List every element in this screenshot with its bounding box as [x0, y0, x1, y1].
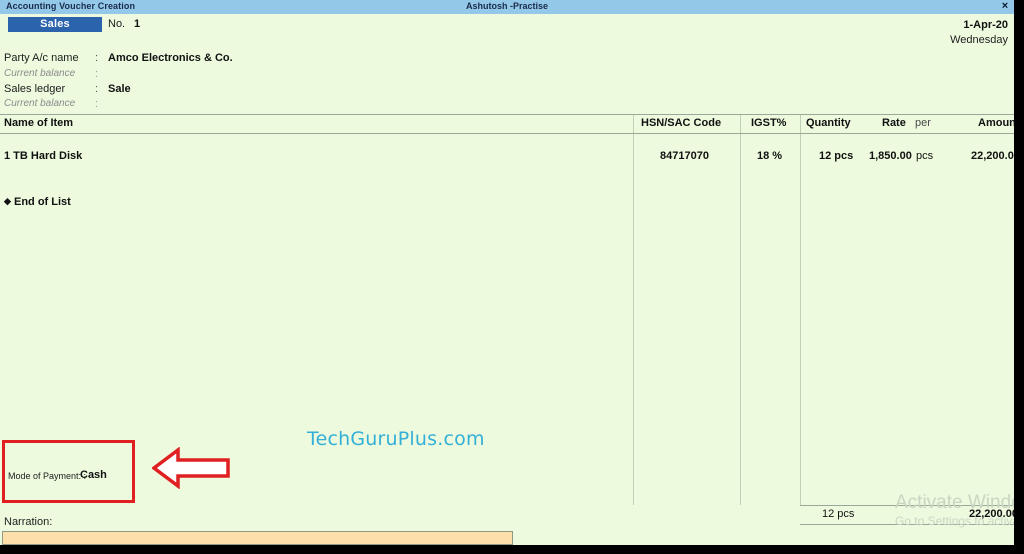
party-details-block: Party A/c name : Amco Electronics & Co. … [0, 52, 1014, 114]
ledger-current-balance-label: Current balance [4, 98, 76, 109]
mode-of-payment-value[interactable]: Cash [80, 469, 107, 481]
col-header-per: per [915, 117, 931, 129]
voucher-date[interactable]: 1-Apr-20 [963, 19, 1008, 31]
sales-ledger-label: Sales ledger [4, 83, 66, 95]
cell-rate[interactable]: 1,850.00 [869, 150, 912, 162]
party-ac-name-colon: : [95, 52, 99, 64]
cell-igst[interactable]: 18 % [757, 150, 782, 162]
col-header-item: Name of Item [4, 117, 74, 129]
party-ac-name-label: Party A/c name [4, 52, 79, 64]
end-of-list-marker: ◆ End of List [4, 196, 71, 208]
col-header-amount: Amount [978, 117, 1014, 129]
party-ac-name-value[interactable]: Amco Electronics & Co. [108, 52, 233, 64]
mode-of-payment-label: Mode of Payment: : [8, 471, 87, 481]
divider-hsn [633, 114, 634, 505]
col-header-hsn: HSN/SAC Code [641, 117, 722, 129]
table-totals-row: 12 pcs 22,200.00 [800, 505, 1014, 525]
narration-input[interactable] [2, 531, 513, 545]
window-title-label: Accounting Voucher Creation [6, 1, 136, 11]
total-quantity: 12 pcs [822, 508, 855, 520]
sales-ledger-value[interactable]: Sale [108, 83, 131, 95]
field-party-current-balance: Current balance : [0, 68, 1014, 84]
divider-igst [740, 114, 741, 505]
annotation-arrow-icon [151, 446, 230, 490]
cell-quantity[interactable]: 12 pcs [819, 150, 853, 162]
party-current-balance-label: Current balance [4, 68, 76, 79]
party-current-balance-colon: : [95, 68, 99, 80]
cell-hsn[interactable]: 84717070 [660, 150, 709, 162]
field-ledger-current-balance: Current balance : [0, 98, 1014, 114]
col-header-rate: Rate [882, 117, 906, 129]
diamond-bullet-icon: ◆ [4, 196, 11, 206]
window-title-bar: Ashutosh -Practise Accounting Voucher Cr… [0, 0, 1014, 14]
screenshot-root: Ashutosh -Practise Accounting Voucher Cr… [0, 0, 1024, 554]
voucher-no-label: No. [108, 18, 126, 30]
screen-bezel-right [1014, 0, 1024, 554]
cell-per[interactable]: pcs [916, 150, 933, 162]
voucher-day: Wednesday [950, 34, 1008, 46]
end-of-list-label: End of List [13, 196, 71, 208]
voucher-type-badge[interactable]: Sales [8, 17, 102, 32]
narration-label: Narration: [4, 516, 53, 528]
col-header-igst: IGST% [751, 117, 787, 129]
ledger-current-balance-colon: : [95, 98, 99, 110]
tally-voucher-window: Ashutosh -Practise Accounting Voucher Cr… [0, 0, 1014, 545]
cell-amount[interactable]: 22,200.00 [971, 150, 1014, 162]
brand-watermark: TechGuruPlus.com [307, 428, 485, 450]
sales-ledger-colon: : [95, 83, 99, 95]
company-name-title: Ashutosh -Practise [465, 1, 549, 11]
table-row[interactable]: 1 TB Hard Disk 84717070 18 % 12 pcs 1,85… [0, 150, 1014, 172]
cell-item-name[interactable]: 1 TB Hard Disk [4, 150, 82, 162]
col-header-quantity: Quantity [806, 117, 851, 129]
voucher-header: Sales No. 1 1-Apr-20 Wednesday [0, 14, 1014, 48]
table-header-row: Name of Item HSN/SAC Code IGST% Quantity… [0, 114, 1014, 134]
screen-bezel-bottom [0, 545, 1024, 554]
voucher-no-value[interactable]: 1 [134, 18, 140, 30]
close-icon[interactable]: × [998, 0, 1012, 13]
field-sales-ledger[interactable]: Sales ledger : Sale [0, 83, 1014, 99]
field-party-ac-name[interactable]: Party A/c name : Amco Electronics & Co. [0, 52, 1014, 68]
divider-quantity [800, 114, 801, 505]
total-amount: 22,200.00 [969, 508, 1014, 520]
mode-of-payment-highlight-box: Mode of Payment: : Cash [2, 440, 135, 503]
